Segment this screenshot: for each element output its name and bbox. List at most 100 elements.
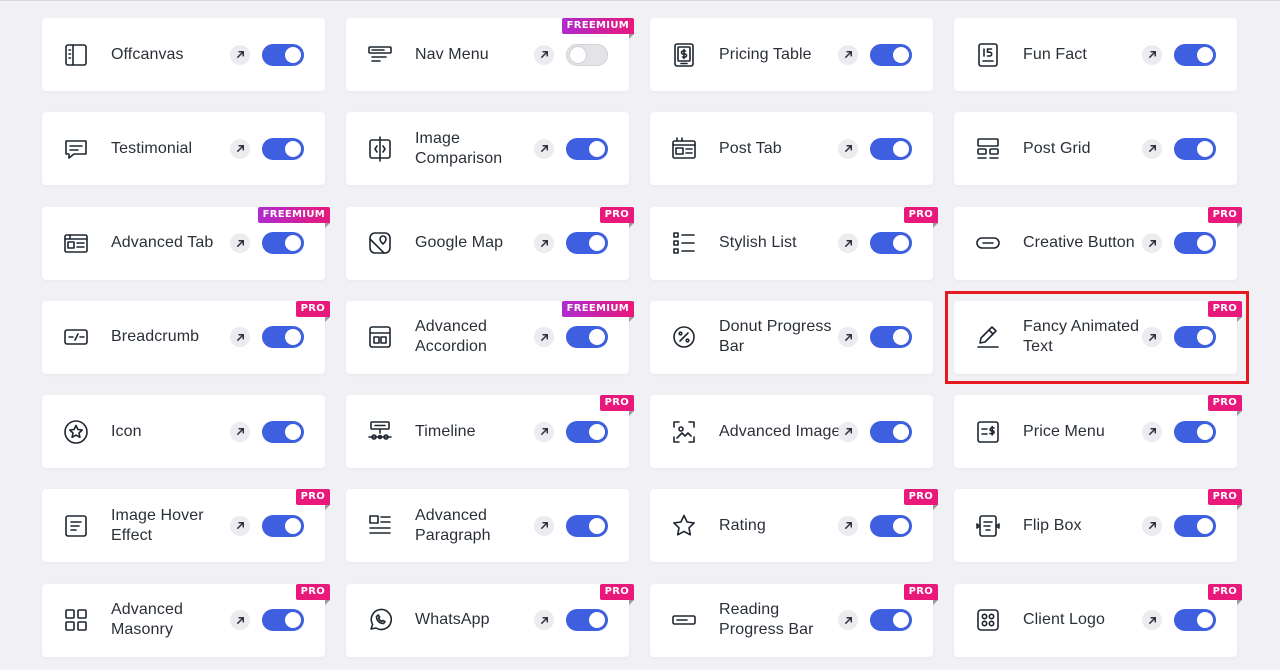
open-arrow-icon[interactable]	[534, 44, 554, 65]
open-arrow-icon[interactable]	[534, 327, 554, 348]
toggle-icon[interactable]	[262, 420, 304, 443]
open-arrow-icon[interactable]	[1142, 610, 1162, 631]
toggle-image-comparison[interactable]	[566, 137, 608, 160]
creative-button-icon	[974, 229, 1002, 257]
widget-label: Client Logo	[1023, 611, 1106, 629]
toggle-price-menu[interactable]	[1174, 420, 1216, 443]
toggle-creative-button[interactable]	[1174, 232, 1216, 255]
toggle-donut-progress-bar[interactable]	[870, 326, 912, 349]
open-arrow-icon[interactable]	[534, 421, 554, 442]
toggle-knob	[285, 423, 301, 440]
pro-badge: PRO	[1207, 300, 1243, 322]
toggle-knob	[1197, 140, 1213, 157]
widget-card-advanced-accordion: Advanced Accordion FREEMIUM	[346, 300, 635, 374]
open-arrow-icon[interactable]	[838, 233, 858, 254]
toggle-breadcrumb[interactable]	[262, 326, 304, 349]
nav-menu-icon	[366, 41, 394, 69]
pro-badge: PRO	[599, 583, 635, 605]
toggle-image-hover-effect[interactable]	[262, 514, 304, 537]
widget-card-price-menu: Price Menu PRO	[954, 395, 1243, 469]
open-arrow-icon[interactable]	[230, 610, 250, 631]
open-arrow-icon[interactable]	[1142, 327, 1162, 348]
widget-label: Timeline	[415, 422, 476, 440]
widget-card-pricing-table: Pricing Table	[650, 18, 933, 91]
open-arrow-icon[interactable]	[1142, 138, 1162, 159]
toggle-knob	[1197, 612, 1213, 629]
toggle-timeline[interactable]	[566, 420, 608, 443]
toggle-post-tab[interactable]	[870, 137, 912, 160]
toggle-post-grid[interactable]	[1174, 137, 1216, 160]
widget-label: Rating	[719, 516, 766, 534]
toggle-knob	[893, 612, 909, 629]
open-arrow-icon[interactable]	[534, 233, 554, 254]
toggle-advanced-accordion[interactable]	[566, 326, 608, 349]
widget-card-fancy-animated-text: Fancy Animated Text PRO	[954, 300, 1243, 374]
toggle-flip-box[interactable]	[1174, 514, 1216, 537]
open-arrow-icon[interactable]	[838, 327, 858, 348]
donut-progress-bar-icon	[670, 323, 698, 351]
breadcrumb-icon	[62, 323, 90, 351]
open-arrow-icon[interactable]	[1142, 421, 1162, 442]
toggle-advanced-tab[interactable]	[262, 232, 304, 255]
open-arrow-icon[interactable]	[838, 44, 858, 65]
toggle-knob	[893, 46, 909, 63]
toggle-advanced-image[interactable]	[870, 420, 912, 443]
toggle-knob	[1197, 46, 1213, 63]
toggle-knob	[285, 235, 301, 252]
toggle-rating[interactable]	[870, 514, 912, 537]
toggle-nav-menu[interactable]	[566, 43, 608, 66]
open-arrow-icon[interactable]	[1142, 515, 1162, 536]
widget-card-offcanvas: Offcanvas	[42, 18, 325, 91]
open-arrow-icon[interactable]	[534, 610, 554, 631]
open-arrow-icon[interactable]	[230, 327, 250, 348]
post-tab-icon	[670, 135, 698, 163]
reading-progress-bar-icon	[670, 606, 698, 634]
widget-card-advanced-image: Advanced Image	[650, 395, 933, 469]
open-arrow-icon[interactable]	[838, 138, 858, 159]
image-hover-effect-icon	[62, 512, 90, 540]
toggle-knob	[285, 46, 301, 63]
open-arrow-icon[interactable]	[230, 138, 250, 159]
toggle-advanced-masonry[interactable]	[262, 609, 304, 632]
widget-label: Image Comparison	[415, 129, 503, 167]
toggle-whatsapp[interactable]	[566, 609, 608, 632]
toggle-knob	[893, 235, 909, 252]
open-arrow-icon[interactable]	[230, 421, 250, 442]
toggle-advanced-paragraph[interactable]	[566, 514, 608, 537]
toggle-google-map[interactable]	[566, 232, 608, 255]
widget-card-timeline: Timeline PRO	[346, 395, 635, 469]
toggle-knob	[589, 235, 605, 252]
open-arrow-icon[interactable]	[534, 138, 554, 159]
toggle-stylish-list[interactable]	[870, 232, 912, 255]
freemium-badge: FREEMIUM	[257, 206, 331, 228]
stylish-list-icon	[670, 229, 698, 257]
open-arrow-icon[interactable]	[534, 515, 554, 536]
toggle-reading-progress-bar[interactable]	[870, 609, 912, 632]
toggle-knob	[589, 140, 605, 157]
toggle-client-logo[interactable]	[1174, 609, 1216, 632]
toggle-pricing-table[interactable]	[870, 43, 912, 66]
toggle-fun-fact[interactable]	[1174, 43, 1216, 66]
toggle-testimonial[interactable]	[262, 137, 304, 160]
open-arrow-icon[interactable]	[1142, 233, 1162, 254]
open-arrow-icon[interactable]	[230, 233, 250, 254]
widget-label: Image Hover Effect	[111, 506, 204, 544]
freemium-badge: FREEMIUM	[561, 18, 635, 39]
fun-fact-icon	[974, 41, 1002, 69]
star-circle-icon	[62, 418, 90, 446]
open-arrow-icon[interactable]	[1142, 44, 1162, 65]
open-arrow-icon[interactable]	[838, 610, 858, 631]
toggle-knob	[893, 329, 909, 346]
widget-label: Creative Button	[1023, 234, 1135, 252]
open-arrow-icon[interactable]	[838, 421, 858, 442]
widget-label: Advanced Accordion	[415, 318, 488, 356]
open-arrow-icon[interactable]	[230, 515, 250, 536]
image-comparison-icon	[366, 135, 394, 163]
open-arrow-icon[interactable]	[838, 515, 858, 536]
toggle-offcanvas[interactable]	[262, 43, 304, 66]
toggle-knob	[285, 517, 301, 534]
toggle-fancy-animated-text[interactable]	[1174, 326, 1216, 349]
pro-badge: PRO	[903, 489, 939, 511]
open-arrow-icon[interactable]	[230, 44, 250, 65]
widget-card-advanced-tab: Advanced Tab FREEMIUM	[42, 206, 331, 280]
